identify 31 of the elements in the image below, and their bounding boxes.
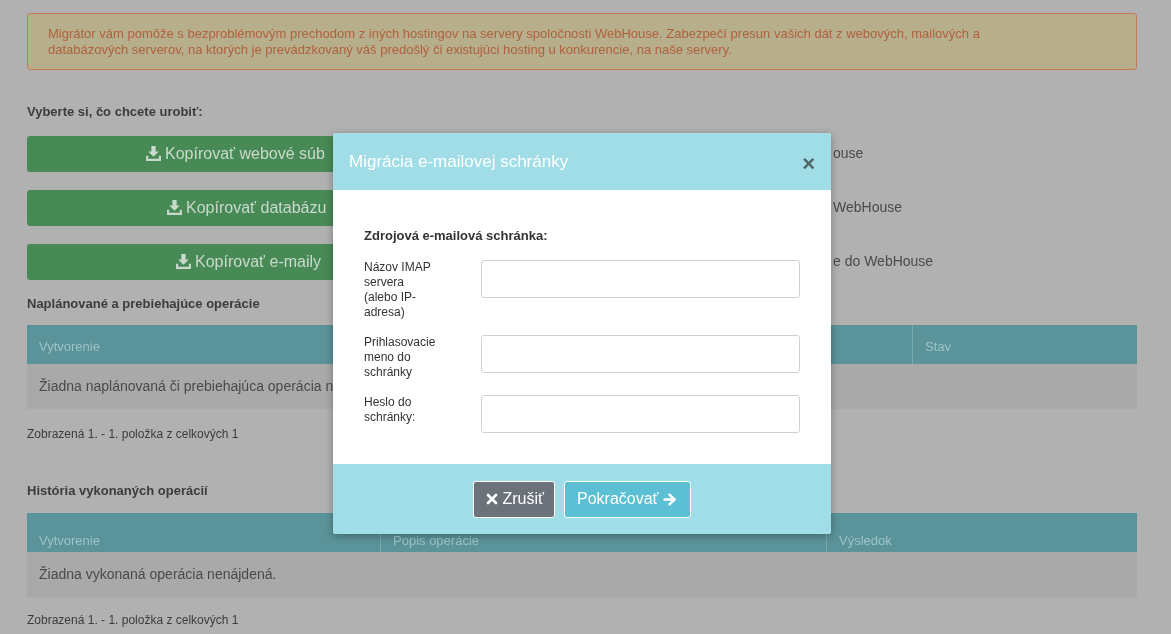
column-header: Vytvorenie	[39, 337, 100, 356]
table-row: Žiadna vykonaná operácia nenájdená.	[27, 551, 1137, 597]
section-heading: Vyberte si, čo chcete urobiť:	[27, 103, 203, 121]
field-label: Názov IMAP servera (alebo IP-adresa)	[364, 259, 432, 320]
section-heading: História vykonaných operácií	[27, 482, 208, 500]
info-alert: Migrátor vám pomôže s bezproblémovým prechodom z iných hostingov na servery spoločnosti WebHouse. Zabezpečí presun vašich dát z webových, mailových a databázových serverov, na ktorých je prevádzkovaný váš predošlý či existujúci hosting u konkurencie, na naše servery.	[27, 13, 1137, 70]
action-description: e do WebHouse	[833, 252, 934, 271]
arrow-right-icon	[660, 490, 678, 508]
input-field[interactable]	[481, 334, 800, 373]
close-button[interactable]: ×	[802, 148, 815, 175]
download-icon	[166, 199, 183, 216]
column-header: Vytvorenie	[39, 532, 100, 550]
copy-button[interactable]: Kopírovať webové súb	[27, 135, 333, 172]
input-field[interactable]	[481, 259, 800, 298]
copy-button[interactable]: Kopírovať databázu	[27, 189, 333, 226]
download-icon	[145, 145, 162, 162]
copy-button[interactable]: Kopírovať e-maily	[27, 243, 333, 280]
continue-button[interactable]: Pokračovať	[564, 480, 691, 518]
modal-title: Migrácia e-mailovej schránky	[349, 150, 569, 173]
section-heading: Naplánované a prebiehajúce operácie	[27, 294, 260, 313]
cancel-button[interactable]: Zrušiť	[473, 480, 555, 518]
pagination-info: Zobrazená 1. - 1. položka z celkových 1	[27, 611, 239, 629]
action-description: WebHouse	[833, 198, 902, 217]
column-header: Výsledok	[839, 532, 892, 550]
form-heading: Zdrojová e-mailová schránka:	[364, 227, 549, 245]
column-header: Stav	[925, 337, 951, 356]
input-field[interactable]	[481, 394, 800, 433]
download-icon	[175, 253, 192, 270]
column-header: Popis operácie	[393, 532, 479, 550]
pagination-info: Zobrazená 1. - 1. položka z celkových 1	[27, 426, 239, 443]
action-description: ouse	[833, 144, 864, 163]
